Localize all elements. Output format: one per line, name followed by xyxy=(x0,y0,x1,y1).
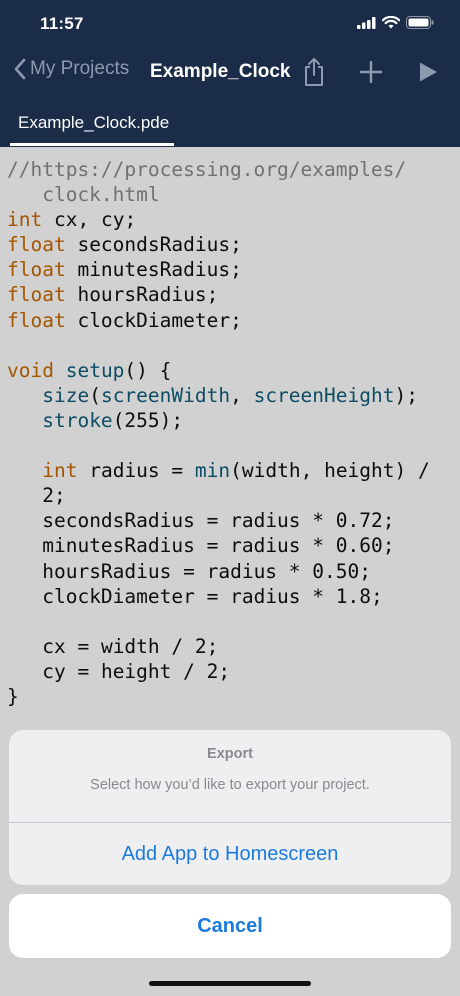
share-icon xyxy=(302,57,326,92)
app-header: 11:57 My Projects Example_Clock Example_… xyxy=(0,0,460,147)
action-sheet-title: Export xyxy=(207,746,253,762)
status-icons xyxy=(357,15,434,34)
status-time: 11:57 xyxy=(40,14,84,33)
add-app-to-homescreen-button[interactable]: Add App to Homescreen xyxy=(9,823,451,885)
share-button[interactable] xyxy=(298,57,330,92)
run-button[interactable] xyxy=(412,58,444,90)
active-tab-indicator xyxy=(10,143,174,146)
action-sheet-message: Select how you’d like to export your pro… xyxy=(90,777,370,793)
cellular-signal-icon xyxy=(357,16,376,34)
add-button[interactable] xyxy=(355,58,387,90)
battery-icon xyxy=(406,16,434,34)
export-action-sheet: Export Select how you’d like to export y… xyxy=(9,730,451,885)
play-icon xyxy=(418,61,438,88)
home-indicator xyxy=(149,981,311,986)
chevron-left-icon xyxy=(14,58,26,80)
page-title: Example_Clock xyxy=(150,61,291,82)
plus-icon xyxy=(359,60,383,88)
wifi-icon xyxy=(381,15,401,34)
cancel-button[interactable]: Cancel xyxy=(9,894,451,958)
back-button[interactable]: My Projects xyxy=(14,58,129,80)
tab-example-clock-pde[interactable]: Example_Clock.pde xyxy=(18,113,169,133)
back-button-label: My Projects xyxy=(30,58,130,79)
